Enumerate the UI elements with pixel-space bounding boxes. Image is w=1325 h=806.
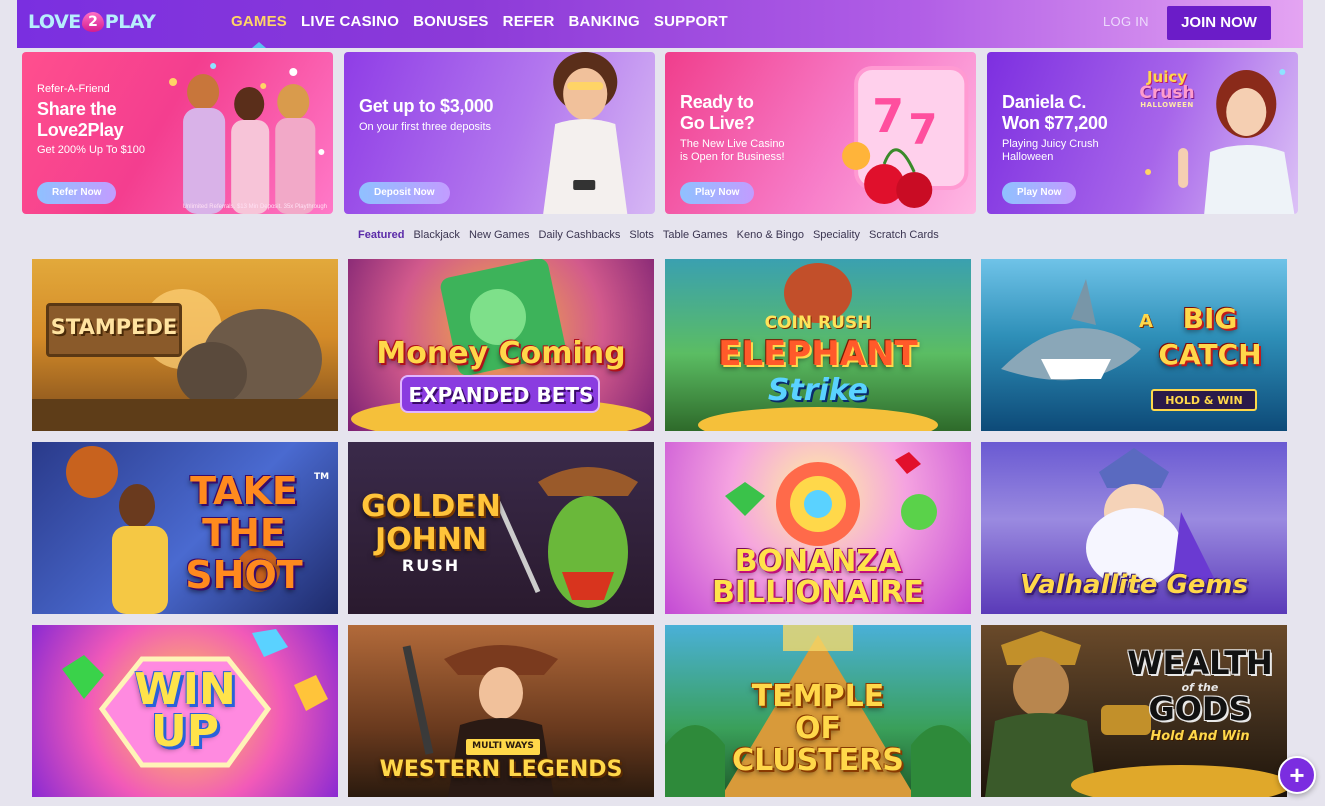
tab-slots[interactable]: Slots (629, 229, 653, 241)
game-title: GOLDEN JOHNN (361, 489, 501, 557)
game-tile-valhallite-gems[interactable]: Valhallite Gems (981, 442, 1287, 614)
tab-featured[interactable]: Featured (358, 229, 404, 241)
game-pretitle: COIN RUSH (764, 313, 872, 333)
tab-new-games[interactable]: New Games (469, 229, 530, 241)
tab-scratch-cards[interactable]: Scratch Cards (869, 229, 939, 241)
tab-speciality[interactable]: Speciality (813, 229, 860, 241)
deposit-now-button[interactable]: Deposit Now (359, 182, 450, 204)
play-now-button[interactable]: Play Now (1002, 182, 1077, 204)
nav-bonuses[interactable]: BONUSES (413, 0, 489, 48)
tab-blackjack[interactable]: Blackjack (413, 229, 459, 241)
juicy-crush-word3: HALLOWEEN (1140, 101, 1194, 109)
main-nav: GAMES LIVE CASINO BONUSES REFER BANKING … (231, 0, 728, 48)
top-navigation-bar: LOVE 2 PLAY GAMES LIVE CASINO BONUSES RE… (17, 0, 1303, 48)
game-tile-a-big-catch[interactable]: A BIG CATCH HOLD & WIN (981, 259, 1287, 431)
game-tile-win-up[interactable]: WIN UP (32, 625, 338, 797)
game-pretitle: MULTI WAYS (472, 741, 534, 751)
promo-title: Daniela C. Won $77,200 (1002, 92, 1108, 133)
game-tile-golden-johnn[interactable]: GOLDEN JOHNN RUSH (348, 442, 654, 614)
promo-live-casino[interactable]: 7 7 Ready to Go Live? The New Live Casin… (665, 52, 976, 214)
tab-table-games[interactable]: Table Games (663, 229, 728, 241)
game-title: BIG CATCH (1158, 302, 1262, 371)
game-title: Valhallite Gems (1019, 570, 1248, 600)
login-link[interactable]: LOG IN (1103, 14, 1149, 29)
promo-subtitle: Playing Juicy Crush Halloween (1002, 138, 1099, 163)
promo-banner-row: Refer-A-Friend Share the Love2Play Get 2… (22, 52, 1298, 214)
game-subtitle: Hold And Win (1150, 729, 1250, 744)
love2play-logo[interactable]: LOVE 2 PLAY (28, 8, 156, 36)
game-tile-take-the-shot[interactable]: TAKE THE SHOT TM (32, 442, 338, 614)
logo-text-left: LOVE (28, 11, 81, 33)
game-tile-stampede[interactable]: STAMPEDE (32, 259, 338, 431)
promo-deposit-bonus[interactable]: Get up to $3,000 On your first three dep… (344, 52, 655, 214)
promo-big-winner[interactable]: Juicy Crush HALLOWEEN Daniela C. Won $77… (987, 52, 1298, 214)
promo-refer-a-friend[interactable]: Refer-A-Friend Share the Love2Play Get 2… (22, 52, 333, 214)
play-now-button[interactable]: Play Now (680, 182, 755, 204)
nav-refer[interactable]: REFER (503, 0, 555, 48)
slot-machine-cherries-illustration: 7 7 (841, 66, 968, 208)
plus-icon[interactable]: + (1278, 756, 1316, 794)
game-subtitle: EXPANDED BETS (408, 383, 594, 407)
promo-subtitle: Get 200% Up To $100 (37, 144, 146, 156)
svg-text:7: 7 (908, 105, 937, 154)
tm-mark: TM (314, 472, 330, 482)
join-now-button[interactable]: JOIN NOW (1167, 6, 1271, 40)
game-title: BONANZA BILLIONAIRE (711, 544, 924, 610)
refer-now-button[interactable]: Refer Now (37, 182, 117, 204)
nav-banking[interactable]: BANKING (569, 0, 640, 48)
tab-keno-bingo[interactable]: Keno & Bingo (737, 229, 804, 241)
game-title: ELEPHANT (718, 334, 918, 374)
promo-fine-print: Unlimited Referrals. $13 Min Deposit. 35… (182, 204, 327, 210)
tab-daily-cashbacks[interactable]: Daily Cashbacks (538, 229, 620, 241)
game-title: STAMPEDE (50, 315, 178, 339)
party-women-illustration (168, 63, 324, 214)
juicy-crush-logo: Juicy Crush HALLOWEEN (1117, 70, 1217, 109)
game-subtitle: Strike (767, 373, 869, 408)
promo-title: Share the Love2Play (37, 99, 124, 140)
game-tile-bonanza-billionaire[interactable]: BONANZA BILLIONAIRE (665, 442, 971, 614)
promo-title: Get up to $3,000 (359, 96, 494, 116)
game-tile-elephant-strike[interactable]: COIN RUSH ELEPHANT Strike (665, 259, 971, 431)
logo-text-right: PLAY (104, 11, 156, 33)
game-title: TEMPLE OF CLUSTERS (732, 679, 904, 778)
promo-title: Ready to Go Live? (680, 92, 755, 133)
game-subtitle: HOLD & WIN (1165, 394, 1243, 407)
game-tile-wealth-of-the-gods[interactable]: WEALTH of the GODS Hold And Win (981, 625, 1287, 797)
game-title: WEALTH (1127, 644, 1273, 682)
game-title: WESTERN LEGENDS (379, 757, 623, 782)
game-tile-money-coming[interactable]: Money Coming EXPANDED BETS (348, 259, 654, 431)
game-tile-western-legends[interactable]: MULTI WAYS WESTERN LEGENDS (348, 625, 654, 797)
nav-games[interactable]: GAMES (231, 0, 287, 48)
nav-support[interactable]: SUPPORT (654, 0, 728, 48)
juicy-crush-word2: Crush (1139, 83, 1195, 103)
game-tile-temple-of-clusters[interactable]: TEMPLE OF CLUSTERS (665, 625, 971, 797)
game-title-line2: GODS (1148, 690, 1252, 728)
promo-eyebrow: Refer-A-Friend (37, 83, 110, 95)
promo-subtitle: The New Live Casino is Open for Business… (680, 138, 785, 163)
game-title: WIN UP (134, 664, 236, 757)
game-category-tabs: Featured Blackjack New Games Daily Cashb… (358, 229, 939, 241)
svg-text:7: 7 (872, 89, 904, 143)
nav-live-casino[interactable]: LIVE CASINO (301, 0, 399, 48)
heart-icon: 2 (81, 12, 104, 32)
promo-subtitle: On your first three deposits (359, 121, 492, 133)
game-title: TAKE THE SHOT (185, 469, 303, 597)
game-subtitle: RUSH (401, 556, 461, 575)
game-title: Money Coming (376, 336, 626, 371)
